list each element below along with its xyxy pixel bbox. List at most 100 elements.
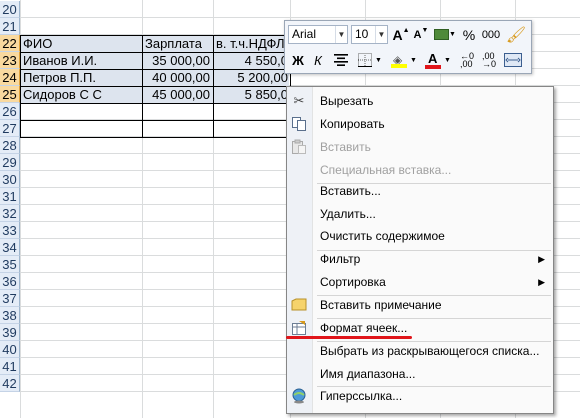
table-cell[interactable]: 5 850,0 <box>214 86 290 103</box>
menu-item-label: Сортировка <box>320 275 386 289</box>
menu-item-label: Фильтр <box>320 252 361 266</box>
table-cell[interactable]: 45 000,00 <box>143 86 212 103</box>
menu-item-delete[interactable]: Удалить... <box>287 203 553 225</box>
row-header[interactable]: 24 <box>0 69 20 86</box>
menu-item-label: Специальная вставка... <box>320 163 452 177</box>
merge-center-button[interactable] <box>502 50 524 70</box>
menu-item-hyperlink[interactable]: Гиперссылка... <box>287 385 553 407</box>
row-header[interactable]: 33 <box>0 222 20 239</box>
row-header[interactable]: 40 <box>0 341 20 358</box>
align-center-button[interactable] <box>331 50 351 70</box>
menu-item-insert-comment[interactable]: Вставить примечание <box>287 294 553 316</box>
menu-item-pick-from-list[interactable]: Выбрать из раскрывающегося списка... <box>287 340 553 362</box>
chevron-down-icon: ▼ <box>375 26 387 43</box>
paste-icon <box>291 139 307 155</box>
menu-item-insert[interactable]: Вставить... <box>287 180 553 202</box>
menu-item-paste[interactable]: Вставить <box>287 136 553 158</box>
row-header[interactable]: 29 <box>0 154 20 171</box>
menu-item-copy[interactable]: Копировать <box>287 113 553 135</box>
italic-button[interactable]: К <box>309 50 327 70</box>
font-name-value: Arial <box>292 27 317 41</box>
format-painter-button[interactable]: 🖌 <box>505 25 527 44</box>
table-header-cell[interactable]: в. т.ч.НДФЛ <box>214 35 290 52</box>
table-border <box>20 120 291 121</box>
row-header[interactable]: 20 <box>0 1 20 18</box>
increase-decimal-button[interactable]: ←0 ,00 <box>457 50 477 70</box>
font-name-dropdown[interactable]: Arial ▼ <box>288 25 348 44</box>
row-header[interactable]: 42 <box>0 375 20 392</box>
menu-item-label: Выбрать из раскрывающегося списка... <box>320 344 540 358</box>
menu-item-label: Копировать <box>320 117 385 131</box>
grow-font-icon: A <box>392 26 403 43</box>
row-header[interactable]: 35 <box>0 256 20 273</box>
menu-item-label: Вставить... <box>320 184 381 198</box>
decrease-decimal-button[interactable]: ,00 →0 <box>479 50 499 70</box>
row-header[interactable]: 26 <box>0 103 20 120</box>
menu-item-label: Удалить... <box>320 207 376 221</box>
table-cell[interactable]: Иванов И.И. <box>21 52 141 69</box>
percent-icon: % <box>462 26 476 43</box>
italic-icon: К <box>314 52 322 68</box>
bold-button[interactable]: Ж <box>289 50 307 70</box>
menu-item-label: Вырезать <box>320 94 374 108</box>
row-header[interactable]: 22 <box>0 35 20 52</box>
copy-icon <box>291 116 307 132</box>
scissors-icon: ✂ <box>293 93 305 108</box>
submenu-arrow-icon: ▶ <box>538 277 545 287</box>
thousands-separator-button[interactable]: 000 <box>480 25 502 44</box>
fill-color-button[interactable]: ◈ ▼ <box>388 50 420 70</box>
row-header[interactable]: 25 <box>0 86 20 103</box>
context-menu: ✂ Вырезать Копировать Вставить Специальн… <box>286 86 554 414</box>
row-header[interactable]: 23 <box>0 52 20 69</box>
menu-item-cut[interactable]: ✂ Вырезать <box>287 90 553 112</box>
row-header[interactable]: 39 <box>0 324 20 341</box>
borders-button[interactable]: ▼ <box>355 50 385 70</box>
comment-icon <box>291 297 307 313</box>
row-header[interactable]: 36 <box>0 273 20 290</box>
table-header-cell[interactable]: ФИО <box>21 35 141 52</box>
table-header-cell[interactable]: Зарплата <box>143 35 212 52</box>
font-color-button[interactable]: A ▼ <box>422 50 454 70</box>
font-size-dropdown[interactable]: 10 ▼ <box>351 25 388 44</box>
row-header[interactable]: 41 <box>0 358 20 375</box>
bold-icon: Ж <box>292 52 304 68</box>
table-border <box>20 103 291 104</box>
table-cell[interactable]: 5 200,00 <box>214 69 290 86</box>
row-header[interactable]: 28 <box>0 137 20 154</box>
percent-button[interactable]: % <box>460 25 478 44</box>
grow-font-button[interactable]: A ▲ <box>392 25 410 44</box>
decrease-decimal-icon: ,00 →0 <box>481 51 496 69</box>
row-header[interactable]: 32 <box>0 205 20 222</box>
submenu-arrow-icon: ▶ <box>538 254 545 264</box>
menu-item-paste-special[interactable]: Специальная вставка... <box>287 159 553 181</box>
menu-item-label: Имя диапазона... <box>320 367 416 381</box>
row-header[interactable]: 31 <box>0 188 20 205</box>
table-cell[interactable]: 40 000,00 <box>143 69 212 86</box>
table-cell[interactable]: 4 550,0 <box>214 52 290 69</box>
menu-item-label: Вставить примечание <box>320 298 442 312</box>
row-header[interactable]: 37 <box>0 290 20 307</box>
mini-toolbar: Arial ▼ 10 ▼ A▲ A▼ ▼ % 000 🖌 Ж К ▼ ◈ ▼ <box>284 20 532 74</box>
currency-format-icon <box>434 29 450 40</box>
menu-item-label: Очистить содержимое <box>320 229 445 243</box>
row-header[interactable]: 30 <box>0 171 20 188</box>
shrink-font-button[interactable]: A ▼ <box>412 25 430 44</box>
highlight-underline <box>286 336 412 339</box>
table-cell[interactable]: Петров П.П. <box>21 69 141 86</box>
increase-decimal-icon: ←0 ,00 <box>459 51 474 69</box>
chevron-down-icon: ▼ <box>335 26 347 43</box>
merge-center-icon <box>504 53 522 67</box>
menu-item-clear-contents[interactable]: Очистить содержимое <box>287 225 553 247</box>
row-header[interactable]: 38 <box>0 307 20 324</box>
table-cell[interactable]: 35 000,00 <box>143 52 212 69</box>
row-header[interactable]: 27 <box>0 120 20 137</box>
menu-item-sort[interactable]: Сортировка ▶ <box>287 271 553 293</box>
menu-item-filter[interactable]: Фильтр ▶ <box>287 248 553 270</box>
format-cells-icon <box>291 320 307 336</box>
menu-item-range-name[interactable]: Имя диапазона... <box>287 363 553 385</box>
table-cell[interactable]: Сидоров С С <box>21 86 141 103</box>
number-format-button[interactable]: ▼ <box>433 25 457 44</box>
grid-row <box>20 1 580 18</box>
row-header[interactable]: 21 <box>0 18 20 35</box>
row-header[interactable]: 34 <box>0 239 20 256</box>
